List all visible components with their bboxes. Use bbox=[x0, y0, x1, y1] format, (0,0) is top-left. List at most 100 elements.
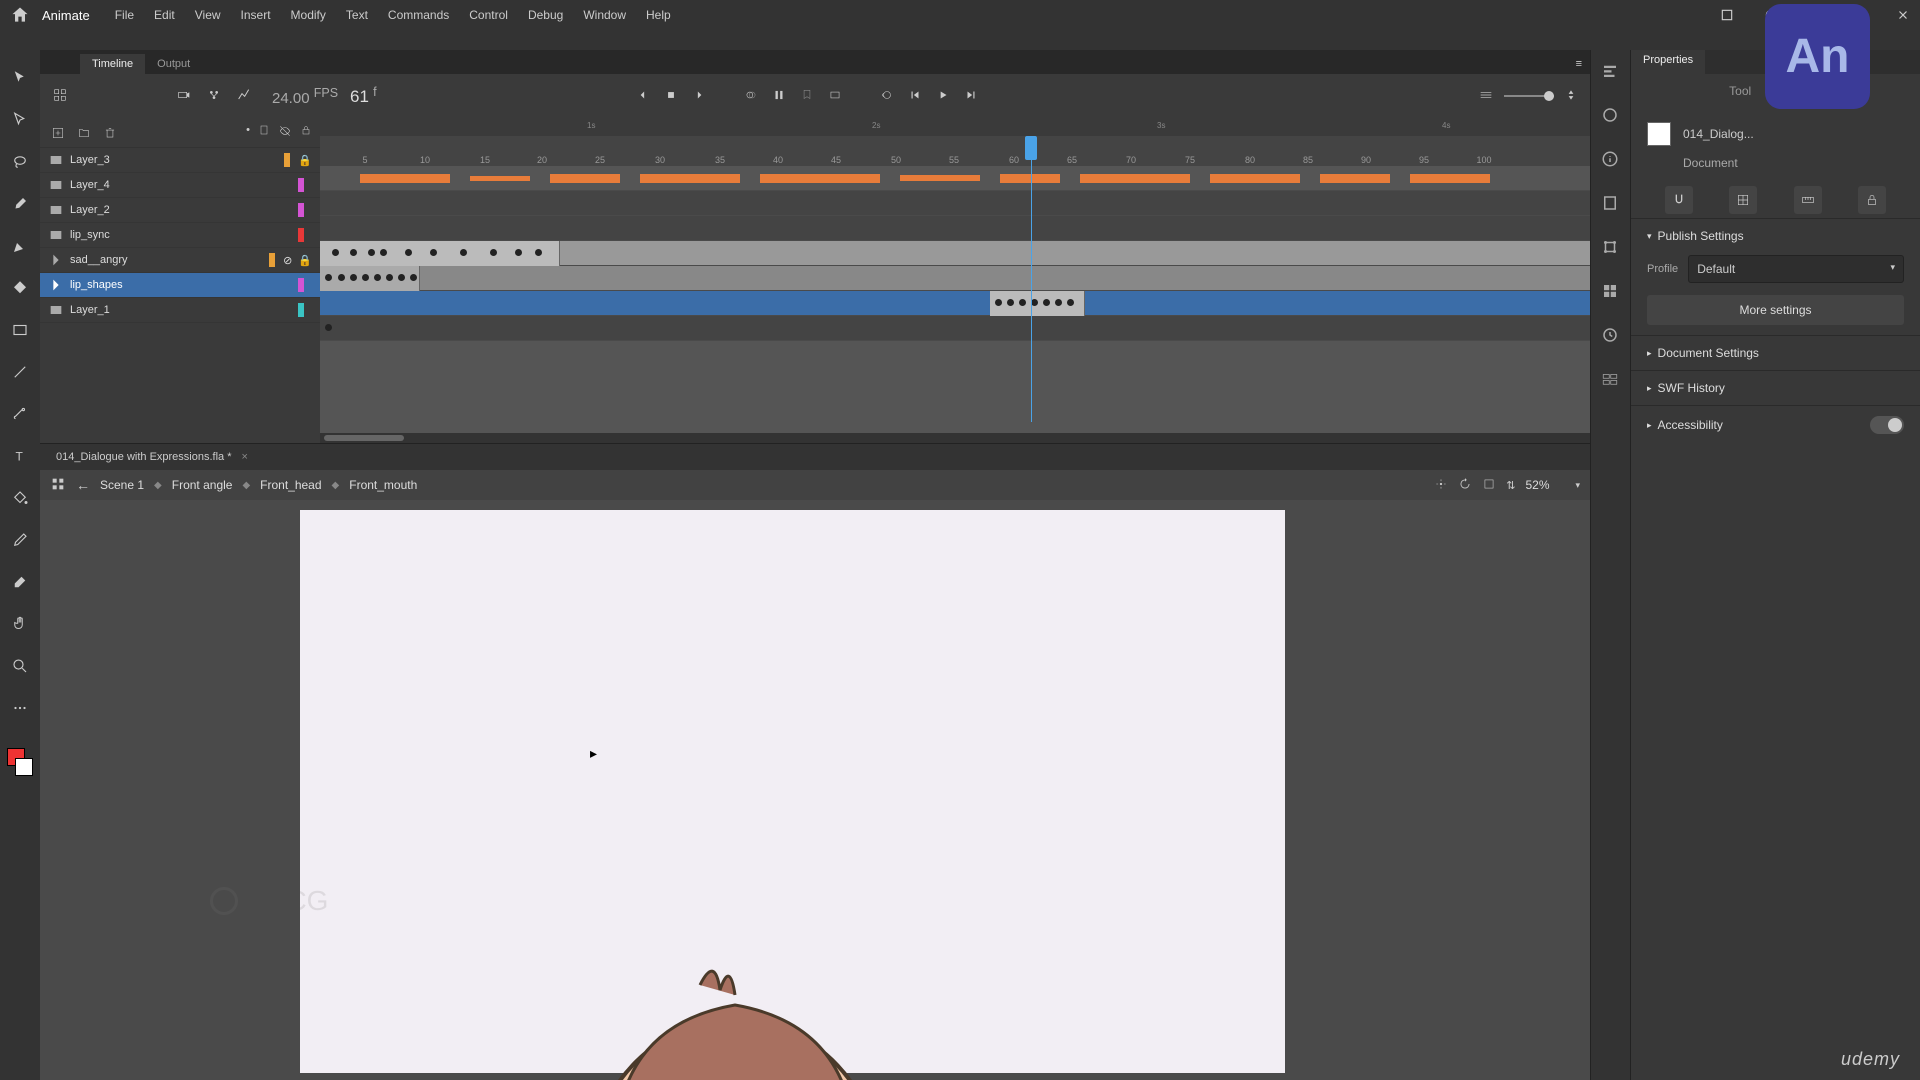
ruler-icon[interactable] bbox=[1794, 186, 1822, 214]
hand-tool-icon[interactable] bbox=[8, 612, 32, 636]
filter-icon[interactable] bbox=[206, 87, 222, 106]
menu-control[interactable]: Control bbox=[469, 8, 508, 22]
selection-tool-icon[interactable] bbox=[8, 66, 32, 90]
track-lipshapes[interactable] bbox=[320, 291, 1590, 316]
edit-scene-icon[interactable] bbox=[50, 476, 66, 495]
rotate-stage-icon[interactable] bbox=[1458, 477, 1472, 494]
zoom-tl-icon[interactable] bbox=[1478, 87, 1494, 106]
layer-row[interactable]: lip_sync bbox=[40, 223, 320, 248]
new-folder-icon[interactable] bbox=[74, 123, 94, 143]
menu-file[interactable]: File bbox=[115, 8, 134, 22]
back-icon[interactable]: ← bbox=[76, 477, 90, 493]
onion-skin-icon[interactable] bbox=[744, 88, 758, 105]
menu-text[interactable]: Text bbox=[346, 8, 368, 22]
playhead[interactable] bbox=[1025, 136, 1037, 160]
home-icon[interactable] bbox=[10, 5, 30, 25]
properties-tab[interactable]: Properties bbox=[1631, 50, 1705, 74]
step-back-icon[interactable] bbox=[636, 88, 650, 105]
swatches-panel-icon[interactable] bbox=[1601, 282, 1621, 302]
paint-bucket-icon[interactable] bbox=[8, 486, 32, 510]
layer-row[interactable]: Layer_1 bbox=[40, 298, 320, 323]
fill-color[interactable] bbox=[15, 758, 33, 776]
panel-menu-icon[interactable]: ≡ bbox=[1568, 54, 1590, 74]
lock-icon[interactable]: 🔒 bbox=[298, 154, 312, 167]
zoom-tool-icon[interactable] bbox=[8, 654, 32, 678]
track-lipsync[interactable] bbox=[320, 241, 1590, 266]
breadcrumb-item[interactable]: Front_head bbox=[260, 478, 321, 492]
grid-icon[interactable] bbox=[1729, 186, 1757, 214]
layer-row[interactable]: Layer_3 🔒 bbox=[40, 148, 320, 173]
track[interactable] bbox=[320, 216, 1590, 241]
track-audio[interactable] bbox=[320, 166, 1590, 191]
pen-tool-icon[interactable] bbox=[8, 234, 32, 258]
track[interactable] bbox=[320, 191, 1590, 216]
delete-layer-icon[interactable] bbox=[100, 123, 120, 143]
stage[interactable]: ▸ RRCG RRCG 人人素 bbox=[40, 500, 1590, 1080]
menu-modify[interactable]: Modify bbox=[291, 8, 326, 22]
section-document-settings[interactable]: ▸ Document Settings bbox=[1647, 346, 1904, 360]
menu-debug[interactable]: Debug bbox=[528, 8, 563, 22]
color-panel-icon[interactable] bbox=[1601, 106, 1621, 126]
fit-icon[interactable]: ⇅ bbox=[1506, 479, 1515, 492]
hidden-icon[interactable]: ⊘ bbox=[283, 254, 292, 267]
breadcrumb-item[interactable]: Front angle bbox=[172, 478, 233, 492]
brush-tool-icon[interactable] bbox=[8, 192, 32, 216]
loop-icon[interactable] bbox=[880, 88, 894, 105]
track-sadangry[interactable] bbox=[320, 266, 1590, 291]
rectangle-tool-icon[interactable] bbox=[8, 318, 32, 342]
transform-panel-icon[interactable] bbox=[1601, 238, 1621, 258]
fill-tool-icon[interactable] bbox=[8, 276, 32, 300]
fps-value[interactable]: 24.00 bbox=[272, 90, 310, 107]
eraser-tool-icon[interactable] bbox=[8, 570, 32, 594]
menu-commands[interactable]: Commands bbox=[388, 8, 449, 22]
section-accessibility[interactable]: ▸ Accessibility bbox=[1647, 416, 1904, 434]
tab-timeline[interactable]: Timeline bbox=[80, 54, 145, 74]
go-end-icon[interactable] bbox=[964, 88, 978, 105]
lock-panel-icon[interactable] bbox=[1858, 186, 1886, 214]
more-settings-button[interactable]: More settings bbox=[1647, 295, 1904, 325]
frame-ruler[interactable]: 5 10 15 20 25 30 35 40 45 50 55 60 65 70… bbox=[320, 136, 1590, 166]
zoom-fit-icon[interactable] bbox=[1564, 88, 1578, 105]
zoom-level[interactable]: 52% bbox=[1525, 478, 1565, 492]
lock-icon[interactable]: 🔒 bbox=[298, 254, 312, 267]
bone-tool-icon[interactable] bbox=[8, 402, 32, 426]
snap-icon[interactable] bbox=[1665, 186, 1693, 214]
library-panel-icon[interactable] bbox=[1601, 194, 1621, 214]
lock-column-icon[interactable] bbox=[300, 124, 312, 141]
menu-edit[interactable]: Edit bbox=[154, 8, 175, 22]
prop-subtab-tool[interactable]: Tool bbox=[1711, 78, 1769, 106]
new-layer-icon[interactable] bbox=[48, 123, 68, 143]
info-panel-icon[interactable] bbox=[1601, 150, 1621, 170]
zoom-slider[interactable] bbox=[1504, 95, 1554, 97]
text-tool-icon[interactable]: T bbox=[8, 444, 32, 468]
components-panel-icon[interactable] bbox=[1601, 370, 1621, 390]
outline-icon[interactable] bbox=[258, 124, 270, 141]
tab-output[interactable]: Output bbox=[145, 54, 202, 74]
go-start-icon[interactable] bbox=[908, 88, 922, 105]
highlight-icon[interactable]: • bbox=[246, 124, 250, 141]
camera-icon[interactable] bbox=[176, 87, 192, 106]
section-publish-settings[interactable]: ▾ Publish Settings bbox=[1647, 229, 1904, 243]
section-swf-history[interactable]: ▸ SWF History bbox=[1647, 381, 1904, 395]
align-panel-icon[interactable] bbox=[1601, 62, 1621, 82]
profile-select[interactable]: Default ▾ bbox=[1688, 255, 1904, 283]
marker-icon[interactable] bbox=[800, 88, 814, 105]
keyframe-span[interactable] bbox=[990, 291, 1085, 316]
breadcrumb-scene[interactable]: Scene 1 bbox=[100, 478, 144, 492]
document-tab[interactable]: 014_Dialogue with Expressions.fla * bbox=[48, 448, 240, 466]
clip-stage-icon[interactable] bbox=[1482, 477, 1496, 494]
layer-row[interactable]: lip_shapes bbox=[40, 273, 320, 298]
close-icon[interactable] bbox=[1896, 8, 1910, 22]
menu-window[interactable]: Window bbox=[583, 8, 626, 22]
track[interactable] bbox=[320, 316, 1590, 341]
menu-insert[interactable]: Insert bbox=[241, 8, 271, 22]
frame-picker-icon[interactable] bbox=[828, 88, 842, 105]
accessibility-toggle[interactable] bbox=[1870, 416, 1904, 434]
onion-icon[interactable] bbox=[52, 87, 68, 106]
edit-multiple-icon[interactable] bbox=[772, 88, 786, 105]
center-stage-icon[interactable] bbox=[1434, 477, 1448, 494]
layer-row[interactable]: Layer_2 bbox=[40, 198, 320, 223]
lasso-tool-icon[interactable] bbox=[8, 150, 32, 174]
menu-help[interactable]: Help bbox=[646, 8, 671, 22]
keyframe[interactable] bbox=[325, 324, 332, 331]
